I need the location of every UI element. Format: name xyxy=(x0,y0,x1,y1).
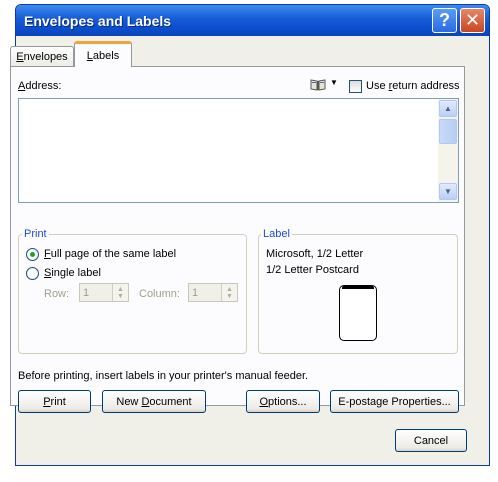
e-postage-properties-button[interactable]: E-postage Properties... xyxy=(330,390,459,413)
label-product-text: 1/2 Letter Postcard xyxy=(266,264,359,276)
return-label-post: eturn address xyxy=(392,80,460,92)
scroll-down-icon[interactable]: ▼ xyxy=(439,183,457,200)
spin-up-icon[interactable]: ▲ xyxy=(226,286,233,293)
new-document-button[interactable]: New Document xyxy=(102,390,206,413)
use-return-address-label[interactable]: Use return address xyxy=(366,80,460,92)
close-button[interactable]: ✕ xyxy=(460,8,485,33)
row-label: Row: xyxy=(44,288,70,300)
tab-label-post: nvelopes xyxy=(23,50,68,63)
label-vendor-text: Microsoft, 1/2 Letter xyxy=(266,248,364,260)
print-key: P xyxy=(43,395,51,408)
print-post: rint xyxy=(50,395,66,408)
tab-labels[interactable]: Labels xyxy=(74,41,132,67)
address-label: Address: xyxy=(18,80,61,92)
full-page-post: ull page of the same label xyxy=(50,248,177,260)
address-input[interactable] xyxy=(18,98,459,203)
single-label-label[interactable]: Single label xyxy=(44,267,101,279)
column-value: 1 xyxy=(192,287,199,299)
options-post: ptions... xyxy=(268,395,307,408)
scroll-up-icon[interactable]: ▲ xyxy=(439,100,457,117)
row-value: 1 xyxy=(83,287,90,299)
spin-down-icon[interactable]: ▼ xyxy=(226,293,233,300)
column-spinner[interactable]: ▲ ▼ xyxy=(221,284,237,301)
print-button[interactable]: Print xyxy=(18,390,91,413)
window-title: Envelopes and Labels xyxy=(24,13,172,29)
cancel-button[interactable]: Cancel xyxy=(395,429,467,452)
new-doc-key: D xyxy=(141,395,150,408)
label-preview-top xyxy=(342,286,374,289)
options-key: O xyxy=(259,395,269,408)
new-doc-post: ocument xyxy=(149,395,192,408)
chevron-down-icon[interactable]: ▼ xyxy=(330,78,338,87)
full-page-radio[interactable] xyxy=(26,248,39,261)
address-book-icon[interactable] xyxy=(310,79,326,91)
instruction-text: Before printing, insert labels in your p… xyxy=(18,370,309,382)
return-label-pre: Use xyxy=(366,80,389,92)
label-preview-icon xyxy=(339,285,377,341)
address-label-post: ddress: xyxy=(25,80,62,92)
use-return-address-checkbox[interactable] xyxy=(349,80,362,93)
scroll-thumb[interactable] xyxy=(439,119,457,144)
radio-selected-dot xyxy=(30,252,35,257)
title-bar[interactable]: Envelopes and Labels ? ✕ xyxy=(16,5,489,36)
row-spinner[interactable]: ▲ ▼ xyxy=(112,284,128,301)
column-label: Column: xyxy=(139,288,180,300)
print-group-title: Print xyxy=(22,228,49,240)
new-doc-pre: New xyxy=(116,395,139,408)
full-page-key: F xyxy=(44,248,51,260)
label-group-title: Label xyxy=(261,228,292,240)
full-page-label[interactable]: Full page of the same label xyxy=(44,248,176,260)
single-label-post: ingle label xyxy=(51,267,101,279)
tab-envelopes[interactable]: Envelopes xyxy=(10,46,74,66)
single-label-radio[interactable] xyxy=(26,267,39,280)
tab-label-key: E xyxy=(16,50,24,63)
spin-up-icon[interactable]: ▲ xyxy=(117,286,124,293)
tab-label-post: abels xyxy=(92,49,120,62)
spin-down-icon[interactable]: ▼ xyxy=(117,293,124,300)
options-button[interactable]: Options... xyxy=(246,390,320,413)
help-button[interactable]: ? xyxy=(432,8,457,33)
